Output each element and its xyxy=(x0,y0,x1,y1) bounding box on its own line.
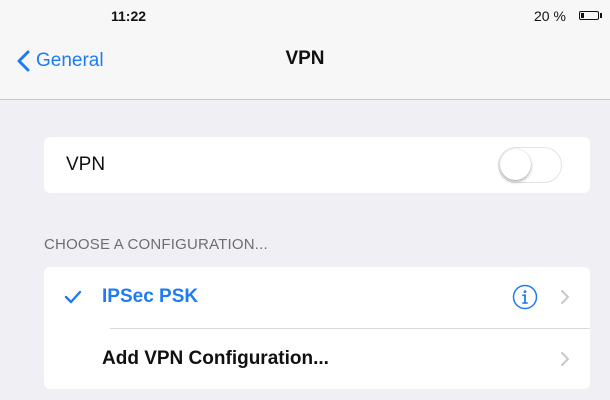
chevron-right-icon xyxy=(560,289,570,305)
configuration-item-ipsec-psk[interactable]: IPSec PSK xyxy=(44,267,590,327)
battery-fill xyxy=(581,13,584,18)
checkmark-icon xyxy=(64,289,82,305)
battery-nub xyxy=(600,13,602,18)
configuration-label: Add VPN Configuration... xyxy=(102,348,329,369)
vpn-toggle-switch[interactable] xyxy=(498,147,562,183)
add-vpn-configuration-button[interactable]: Add VPN Configuration... xyxy=(44,329,590,389)
vpn-toggle-row: VPN xyxy=(44,137,590,193)
battery-icon xyxy=(579,11,599,20)
top-bar: 11:22 20 % General VPN xyxy=(0,0,610,99)
configuration-list: IPSec PSK Add VPN Configuration... xyxy=(44,267,590,389)
info-icon[interactable] xyxy=(512,284,538,310)
vpn-toggle-group: VPN xyxy=(44,137,590,193)
section-header: CHOOSE A CONFIGURATION... xyxy=(44,236,268,253)
nav-divider xyxy=(0,99,610,100)
page-title: VPN xyxy=(285,48,325,69)
toggle-knob xyxy=(500,149,531,180)
chevron-right-icon xyxy=(560,351,570,367)
status-time: 11:22 xyxy=(111,8,147,24)
configuration-label: IPSec PSK xyxy=(102,286,199,307)
settings-screen: 11:22 20 % General VPN VPN CHOOSE A CONF… xyxy=(0,0,610,400)
vpn-toggle-label: VPN xyxy=(66,154,106,175)
battery-percentage: 20 % xyxy=(534,8,566,24)
